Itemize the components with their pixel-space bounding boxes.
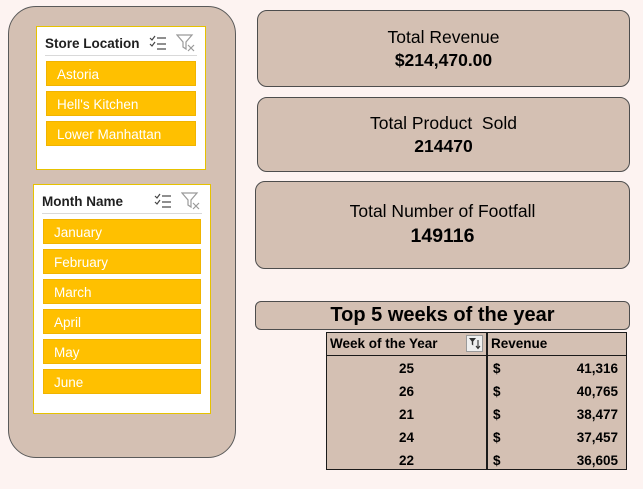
revenue-column-header: Revenue xyxy=(491,336,548,351)
clear-filter-icon[interactable] xyxy=(180,191,202,211)
currency-cell: $ xyxy=(493,384,501,399)
revenue-cell: 36,605 xyxy=(576,453,618,468)
slicer-header: Month Name xyxy=(42,189,202,214)
revenue-cell: 38,477 xyxy=(576,407,618,422)
slicer-item-lower-manhattan[interactable]: Lower Manhattan xyxy=(46,121,196,146)
week-cell: 22 xyxy=(398,453,415,468)
slicer-item-march[interactable]: March xyxy=(43,279,201,304)
table-row: 21 $ 38,477 xyxy=(327,403,626,426)
clear-filter-icon[interactable] xyxy=(175,33,197,53)
store-location-slicer: Store Location Astoria Hell's Kitchen Lo… xyxy=(36,26,206,170)
week-cell: 21 xyxy=(398,407,415,422)
slicer-item-april[interactable]: April xyxy=(43,309,201,334)
month-name-list: January February March April May June xyxy=(43,219,201,399)
total-product-sold-card: Total Product Sold 214470 xyxy=(257,97,630,172)
multi-select-icon[interactable] xyxy=(152,191,174,211)
store-location-list: Astoria Hell's Kitchen Lower Manhattan xyxy=(46,61,196,151)
revenue-cell: 41,316 xyxy=(576,361,618,376)
revenue-cell: 37,457 xyxy=(576,430,618,445)
slicer-title: Store Location xyxy=(45,35,140,51)
kpi-value: 214470 xyxy=(414,136,473,156)
sort-filter-icon[interactable] xyxy=(466,335,483,352)
table-row: 26 $ 40,765 xyxy=(327,380,626,403)
table-row: 24 $ 37,457 xyxy=(327,426,626,449)
total-revenue-card: Total Revenue $214,470.00 xyxy=(257,10,630,87)
kpi-value: $214,470.00 xyxy=(394,50,493,70)
total-footfall-card: Total Number of Footfall 149116 xyxy=(255,181,630,269)
table-row: 25 $ 41,316 xyxy=(327,357,626,380)
kpi-label: Total Revenue xyxy=(387,27,500,47)
week-cell: 26 xyxy=(398,384,415,399)
slicer-item-january[interactable]: January xyxy=(43,219,201,244)
slicer-title: Month Name xyxy=(42,193,123,209)
slicer-item-astoria[interactable]: Astoria xyxy=(46,61,196,86)
slicer-item-may[interactable]: May xyxy=(43,339,201,364)
currency-cell: $ xyxy=(493,407,501,422)
week-cell: 25 xyxy=(398,361,415,376)
multi-select-icon[interactable] xyxy=(147,33,169,53)
kpi-value: 149116 xyxy=(410,225,475,247)
revenue-cell: 40,765 xyxy=(576,384,618,399)
week-column-header: Week of the Year xyxy=(330,336,438,351)
currency-cell: $ xyxy=(493,361,501,376)
slicer-item-june[interactable]: June xyxy=(43,369,201,394)
top-weeks-pivot-table: Week of the Year Revenue 25 $ 41,316 26 … xyxy=(326,332,627,470)
month-name-slicer: Month Name January February March April … xyxy=(33,184,211,414)
slicer-header: Store Location xyxy=(45,31,197,56)
currency-cell: $ xyxy=(493,453,501,468)
currency-cell: $ xyxy=(493,430,501,445)
kpi-label: Total Number of Footfall xyxy=(349,201,536,221)
table-row: 22 $ 36,605 xyxy=(327,449,626,472)
slicer-item-february[interactable]: February xyxy=(43,249,201,274)
kpi-label: Total Product Sold xyxy=(370,113,517,133)
top-weeks-title: Top 5 weeks of the year xyxy=(255,301,630,330)
week-cell: 24 xyxy=(398,430,415,445)
pivot-header-row: Week of the Year Revenue xyxy=(327,333,626,356)
slicer-item-hells-kitchen[interactable]: Hell's Kitchen xyxy=(46,91,196,116)
